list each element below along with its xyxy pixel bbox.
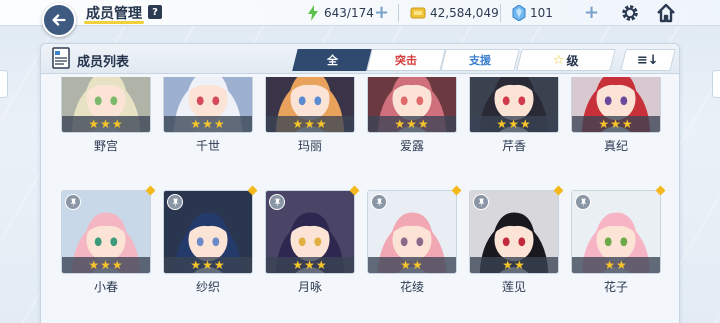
member-name: 月咏 xyxy=(297,280,322,294)
member-name: 玛丽 xyxy=(297,139,322,153)
credits-value: 42,584,049 xyxy=(430,6,499,20)
member-name: 小春 xyxy=(93,280,118,294)
member-star-rating: ★★ xyxy=(368,257,456,273)
filter-all[interactable]: 全 xyxy=(292,49,372,71)
member-grid: ★★★ 野宫 ★★★ 千世 ★★★ 玛丽 ★★★ 爱露 ★★★ 芹香 ★★★ 真纪 ★★★ 小春 ★★★ 纱织… xyxy=(48,77,674,323)
ap-value: 643/174 xyxy=(324,6,374,20)
member-card[interactable]: ★★★ xyxy=(61,190,151,274)
member-star-rating: ★★★ xyxy=(572,116,660,132)
member-name: 野宫 xyxy=(93,139,118,153)
member-name: 花绫 xyxy=(399,280,424,294)
member-card[interactable]: ★★★ xyxy=(367,77,457,133)
credit-coin-icon xyxy=(410,7,426,19)
back-button[interactable] xyxy=(42,3,76,37)
member-list-icon xyxy=(52,47,70,69)
favorite-pin-icon[interactable] xyxy=(575,194,591,210)
gear-icon[interactable] xyxy=(620,3,640,23)
home-icon[interactable] xyxy=(656,3,676,23)
member-card[interactable]: ★★★ xyxy=(163,190,253,274)
filter-all-label: 全 xyxy=(326,54,338,67)
member-card[interactable]: ★★ xyxy=(469,190,559,274)
sort-label: 级 xyxy=(566,53,579,68)
member-star-rating: ★★★ xyxy=(164,257,252,273)
filter-striker[interactable]: 突击 xyxy=(366,49,446,71)
member-star-rating: ★★★ xyxy=(62,116,150,132)
member-card[interactable]: ★★ xyxy=(367,190,457,274)
member-star-rating: ★★★ xyxy=(62,257,150,273)
add-gem-button[interactable]: + xyxy=(584,2,599,23)
member-card[interactable]: ★★★ xyxy=(469,77,559,133)
ap-counter: 643/174 xyxy=(306,4,374,22)
member-name: 千世 xyxy=(195,139,220,153)
panel-title: 成员列表 xyxy=(77,55,130,70)
divider xyxy=(500,4,501,22)
member-name: 芹香 xyxy=(501,139,526,153)
favorite-pin-icon[interactable] xyxy=(269,194,285,210)
lightning-icon xyxy=(308,5,318,21)
credits-counter: 42,584,049 xyxy=(410,4,499,22)
type-filter-tabs: 全 突击 支援 xyxy=(292,49,520,71)
favorite-pin-icon[interactable] xyxy=(65,194,81,210)
gem-value: 101 xyxy=(530,6,553,20)
page-title: 成员管理 xyxy=(86,6,142,22)
filter-striker-label: 突击 xyxy=(395,54,417,67)
member-card[interactable]: ★★★ xyxy=(265,77,355,133)
member-card[interactable]: ★★ xyxy=(571,190,661,274)
favorite-pin-icon[interactable] xyxy=(167,194,183,210)
member-star-rating: ★★★ xyxy=(164,116,252,132)
arrow-left-icon xyxy=(52,14,66,26)
star-icon: ☆ xyxy=(553,52,565,68)
sort-order-icon: ≡↓ xyxy=(637,52,659,68)
member-star-rating: ★★ xyxy=(572,257,660,273)
divider xyxy=(398,4,399,22)
member-star-rating: ★★★ xyxy=(368,116,456,132)
member-list-panel: 成员列表 全 突击 支援 ☆ 级 ≡↓ ★★★ 野宫 ★★★ 千世 ★★★ 玛丽 ★★★ 爱露… xyxy=(40,43,680,323)
help-button[interactable]: ? xyxy=(148,5,162,19)
panel-header: 成员列表 全 突击 支援 ☆ 级 ≡↓ xyxy=(41,44,679,74)
member-star-rating: ★★★ xyxy=(266,116,354,132)
sort-button[interactable]: ☆ 级 xyxy=(516,49,616,71)
member-card[interactable]: ★★★ xyxy=(571,77,661,133)
member-card[interactable]: ★★★ xyxy=(61,77,151,133)
member-star-rating: ★★ xyxy=(470,257,558,273)
member-name: 爱露 xyxy=(399,139,424,153)
member-card[interactable]: ★★★ xyxy=(163,77,253,133)
member-star-rating: ★★★ xyxy=(470,116,558,132)
filter-support[interactable]: 支援 xyxy=(440,49,520,71)
gem-counter: 101 xyxy=(512,4,553,22)
member-name: 莲见 xyxy=(501,280,526,294)
member-name: 纱织 xyxy=(195,280,220,294)
title-underline xyxy=(84,21,144,24)
filter-support-label: 支援 xyxy=(469,54,491,67)
right-edge-tab[interactable] xyxy=(712,70,720,98)
favorite-pin-icon[interactable] xyxy=(473,194,489,210)
member-name: 真纪 xyxy=(603,139,628,153)
member-star-rating: ★★★ xyxy=(266,257,354,273)
member-card[interactable]: ★★★ xyxy=(265,190,355,274)
favorite-pin-icon[interactable] xyxy=(371,194,387,210)
member-name: 花子 xyxy=(603,280,628,294)
left-edge-tab[interactable] xyxy=(0,70,8,98)
add-ap-button[interactable]: + xyxy=(374,2,389,23)
sort-order-button[interactable]: ≡↓ xyxy=(620,49,676,71)
pyroxene-gem-icon xyxy=(512,5,526,21)
